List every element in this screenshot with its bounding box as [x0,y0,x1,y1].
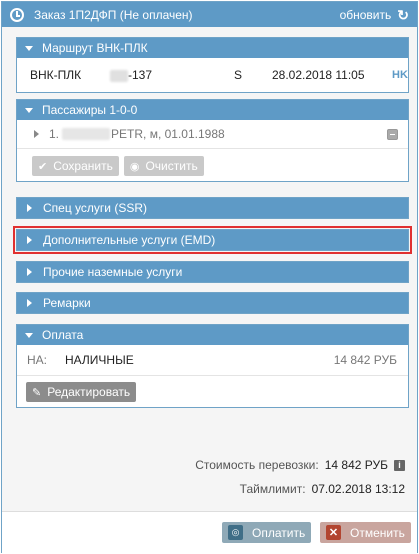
passenger-index: 1. [49,127,60,141]
collapse-icon [25,107,33,113]
clear-button[interactable]: ◉ Очистить [123,156,204,176]
payment-method: НАЛИЧНЫЕ [65,353,134,367]
route-panel: Маршрут ВНК-ПЛК ВНК-ПЛК -137 S 28.02.201… [16,37,409,93]
flight-number: -137 [110,68,234,82]
remove-passenger-icon[interactable] [387,128,398,140]
timelimit-summary: Таймлимит: 07.02.2018 13:12 [240,482,405,496]
expand-icon [27,299,32,307]
collapse-icon [25,45,33,51]
remarks-panel-header[interactable]: Ремарки [17,293,408,313]
passengers-panel: Пассажиры 1-0-0 1. PETR, м, 01.01.1988 ✔… [16,99,409,182]
cost-summary: Стоимость перевозки: 14 842 РУБ i [195,458,405,472]
timelimit-value: 07.02.2018 13:12 [311,482,405,496]
cost-value: 14 842 РУБ [324,458,388,472]
order-title: Заказ 1П2ДФП (Не оплачен) [34,7,193,22]
cost-label: Стоимость перевозки: [195,458,319,472]
payment-panel-title: Оплата [42,328,84,342]
close-icon: ✕ [326,525,341,540]
passengers-panel-header[interactable]: Пассажиры 1-0-0 [17,100,408,120]
payment-row: НА: НАЛИЧНЫЕ 14 842 РУБ [17,345,408,375]
refresh-button[interactable]: обновить ↻ [340,8,409,22]
passenger-actions: ✔ Сохранить ◉ Очистить [17,148,408,181]
expand-icon [34,130,39,138]
remarks-panel-title: Ремарки [43,296,91,310]
payment-panel-header[interactable]: Оплата [17,325,408,345]
payment-panel: Оплата НА: НАЛИЧНЫЕ 14 842 РУБ ✎ Редактир… [16,324,409,408]
emd-panel: Дополнительные услуги (EMD) [13,226,412,254]
edit-payment-button[interactable]: ✎ Редактировать [26,382,137,402]
refresh-icon: ↻ [397,6,409,23]
save-button[interactable]: ✔ Сохранить [32,156,119,176]
route-panel-title: Маршрут ВНК-ПЛК [42,41,148,55]
route-row: ВНК-ПЛК -137 S 28.02.2018 11:05 HK [17,58,408,92]
expand-icon [27,204,32,212]
ground-services-panel-header[interactable]: Прочие наземные услуги [17,262,408,282]
redacted-surname [62,128,111,140]
expand-icon [27,268,32,276]
clock-icon [10,7,24,22]
payment-actions: ✎ Редактировать [17,375,408,407]
cancel-button[interactable]: ✕ Отменить [320,522,411,543]
segment-status: HK [392,69,408,81]
collapse-icon [25,332,33,338]
coins-icon: ◎ [228,525,243,540]
pay-button[interactable]: ◎ Оплатить [222,522,312,543]
remarks-panel: Ремарки [16,292,409,314]
departure-datetime: 28.02.2018 11:05 [272,68,365,82]
route-name: ВНК-ПЛК [30,68,82,82]
passenger-row[interactable]: 1. PETR, м, 01.01.1988 [17,120,408,148]
expand-icon [27,236,32,244]
footer-bar: ◎ Оплатить ✕ Отменить [2,511,417,553]
timelimit-label: Таймлимит: [239,482,306,496]
ssr-panel-header[interactable]: Спец услуги (SSR) [17,198,408,218]
ground-services-panel: Прочие наземные услуги [16,261,409,283]
passengers-panel-title: Пассажиры 1-0-0 [42,103,138,117]
order-title-bar: Заказ 1П2ДФП (Не оплачен) обновить ↻ [2,2,417,27]
info-icon[interactable]: i [394,459,405,471]
ssr-panel-title: Спец услуги (SSR) [43,201,147,215]
emd-panel-title: Дополнительные услуги (EMD) [43,233,216,247]
redacted-carrier [110,69,128,82]
check-icon: ✔ [38,160,48,173]
route-panel-header[interactable]: Маршрут ВНК-ПЛК [17,38,408,58]
pencil-icon: ✎ [32,386,42,399]
emd-panel-header[interactable]: Дополнительные услуги (EMD) [17,230,408,250]
booking-class: S [234,68,243,82]
payment-code: НА: [27,353,48,367]
passenger-details: PETR, м, 01.01.1988 [111,127,225,141]
order-window: Заказ 1П2ДФП (Не оплачен) обновить ↻ Мар… [1,1,418,553]
refresh-label: обновить [339,7,392,22]
payment-amount: 14 842 РУБ [333,353,397,367]
ground-services-panel-title: Прочие наземные услуги [43,265,183,279]
ssr-panel: Спец услуги (SSR) [16,197,409,219]
eraser-icon: ◉ [129,160,140,173]
